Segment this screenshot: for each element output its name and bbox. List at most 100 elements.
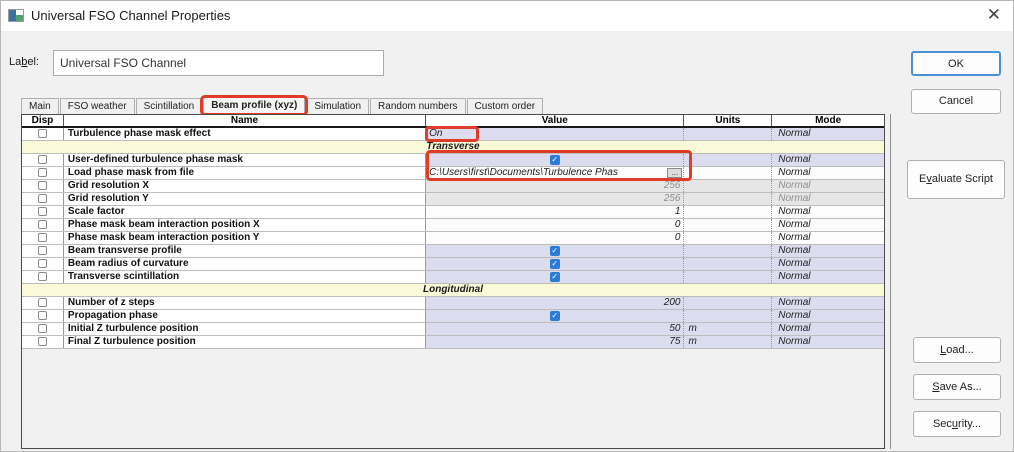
param-value-cell[interactable]: ✓ <box>426 271 684 283</box>
disp-checkbox[interactable] <box>38 324 47 333</box>
disp-checkbox[interactable] <box>38 259 47 268</box>
disp-checkbox[interactable] <box>38 168 47 177</box>
disp-cell[interactable] <box>22 258 64 270</box>
disp-cell[interactable] <box>22 297 64 309</box>
disp-checkbox[interactable] <box>38 129 47 138</box>
param-value-cell[interactable]: ✓ <box>426 310 684 322</box>
disp-checkbox[interactable] <box>38 181 47 190</box>
param-value-cell[interactable]: ✓ <box>426 245 684 257</box>
checked-checkbox-icon[interactable]: ✓ <box>550 259 560 269</box>
disp-checkbox[interactable] <box>38 337 47 346</box>
param-name[interactable]: Final Z turbulence position <box>64 336 426 348</box>
close-icon[interactable]: ✕ <box>987 5 1001 25</box>
param-name[interactable]: User-defined turbulence phase mask <box>64 154 426 166</box>
param-value: 0 <box>675 232 681 244</box>
tab-random-numbers[interactable]: Random numbers <box>370 98 465 114</box>
disp-cell[interactable] <box>22 219 64 231</box>
param-value-cell[interactable]: 75 <box>426 336 684 348</box>
save-as-button[interactable]: Save As... <box>913 374 1001 400</box>
param-value-cell[interactable]: On <box>426 128 684 140</box>
param-value: 50 <box>669 323 680 335</box>
window-title: Universal FSO Channel Properties <box>31 8 230 23</box>
param-name[interactable]: Load phase mask from file <box>64 167 426 179</box>
param-units <box>684 271 772 283</box>
param-units <box>684 219 772 231</box>
tab-beam-profile-xyz[interactable]: Beam profile (xyz) <box>203 97 305 114</box>
param-name[interactable]: Turbulence phase mask effect <box>64 128 426 140</box>
disp-cell[interactable] <box>22 245 64 257</box>
tab-main[interactable]: Main <box>21 98 59 114</box>
tab-scintillation[interactable]: Scintillation <box>136 98 203 114</box>
param-name[interactable]: Propagation phase <box>64 310 426 322</box>
disp-checkbox[interactable] <box>38 155 47 164</box>
header-mode: Mode <box>772 115 884 126</box>
param-value-cell[interactable]: 256 <box>426 180 684 192</box>
table-body: Turbulence phase mask effectOn Normal Tran… <box>22 128 884 349</box>
disp-checkbox[interactable] <box>38 272 47 281</box>
disp-checkbox[interactable] <box>38 311 47 320</box>
param-name[interactable]: Beam radius of curvature <box>64 258 426 270</box>
load-button[interactable]: Load... <box>913 337 1001 363</box>
param-name[interactable]: Beam transverse profile <box>64 245 426 257</box>
param-value: 200 <box>664 297 681 309</box>
param-name[interactable]: Grid resolution Y <box>64 193 426 205</box>
param-value-cell[interactable]: C:\Users\first\Documents\Turbulence Phas… <box>426 167 684 179</box>
disp-checkbox[interactable] <box>38 207 47 216</box>
param-name[interactable]: Initial Z turbulence position <box>64 323 426 335</box>
param-units <box>684 167 772 179</box>
param-name[interactable]: Number of z steps <box>64 297 426 309</box>
param-value-cell[interactable]: 50 <box>426 323 684 335</box>
disp-cell[interactable] <box>22 232 64 244</box>
disp-checkbox[interactable] <box>38 246 47 255</box>
disp-cell[interactable] <box>22 206 64 218</box>
disp-checkbox[interactable] <box>38 233 47 242</box>
table-row: Transverse scintillation✓Normal <box>22 271 884 284</box>
disp-cell[interactable] <box>22 154 64 166</box>
param-name[interactable]: Phase mask beam interaction position Y <box>64 232 426 244</box>
param-value-cell[interactable]: 1 <box>426 206 684 218</box>
param-value-cell[interactable]: 200 <box>426 297 684 309</box>
evaluate-script-button[interactable]: Evaluate Script <box>907 160 1005 199</box>
param-units <box>684 297 772 309</box>
tab-fso-weather[interactable]: FSO weather <box>60 98 135 114</box>
disp-cell[interactable] <box>22 180 64 192</box>
table-row: Beam radius of curvature✓Normal <box>22 258 884 271</box>
disp-cell[interactable] <box>22 323 64 335</box>
param-mode: Normal <box>772 128 884 140</box>
disp-checkbox[interactable] <box>38 194 47 203</box>
disp-cell[interactable] <box>22 193 64 205</box>
disp-checkbox[interactable] <box>38 298 47 307</box>
cancel-button[interactable]: Cancel <box>911 89 1001 114</box>
checked-checkbox-icon[interactable]: ✓ <box>550 311 560 321</box>
checked-checkbox-icon[interactable]: ✓ <box>550 155 560 165</box>
param-value: 256 <box>664 193 681 205</box>
file-path-value[interactable]: C:\Users\first\Documents\Turbulence Phas <box>429 167 665 179</box>
param-name[interactable]: Scale factor <box>64 206 426 218</box>
browse-button[interactable]: ... <box>667 168 682 178</box>
disp-cell[interactable] <box>22 128 64 140</box>
param-value-cell[interactable]: ✓ <box>426 258 684 270</box>
disp-cell[interactable] <box>22 310 64 322</box>
param-value-cell[interactable]: 0 <box>426 232 684 244</box>
param-name[interactable]: Phase mask beam interaction position X <box>64 219 426 231</box>
ok-button[interactable]: OK <box>911 51 1001 76</box>
param-value-cell[interactable]: 256 <box>426 193 684 205</box>
checked-checkbox-icon[interactable]: ✓ <box>550 246 560 256</box>
label-input[interactable] <box>53 50 384 76</box>
param-name[interactable]: Transverse scintillation <box>64 271 426 283</box>
param-value-cell[interactable]: 0 <box>426 219 684 231</box>
disp-checkbox[interactable] <box>38 220 47 229</box>
header-units: Units <box>684 115 772 126</box>
param-units <box>684 180 772 192</box>
param-value-cell[interactable]: ✓ <box>426 154 684 166</box>
param-name[interactable]: Grid resolution X <box>64 180 426 192</box>
param-mode: Normal <box>772 167 884 179</box>
param-value: 256 <box>664 180 681 192</box>
disp-cell[interactable] <box>22 167 64 179</box>
disp-cell[interactable] <box>22 271 64 283</box>
tab-custom-order[interactable]: Custom order <box>467 98 544 114</box>
security-button[interactable]: Security... <box>913 411 1001 437</box>
checked-checkbox-icon[interactable]: ✓ <box>550 272 560 282</box>
tab-simulation[interactable]: Simulation <box>306 98 369 114</box>
disp-cell[interactable] <box>22 336 64 348</box>
